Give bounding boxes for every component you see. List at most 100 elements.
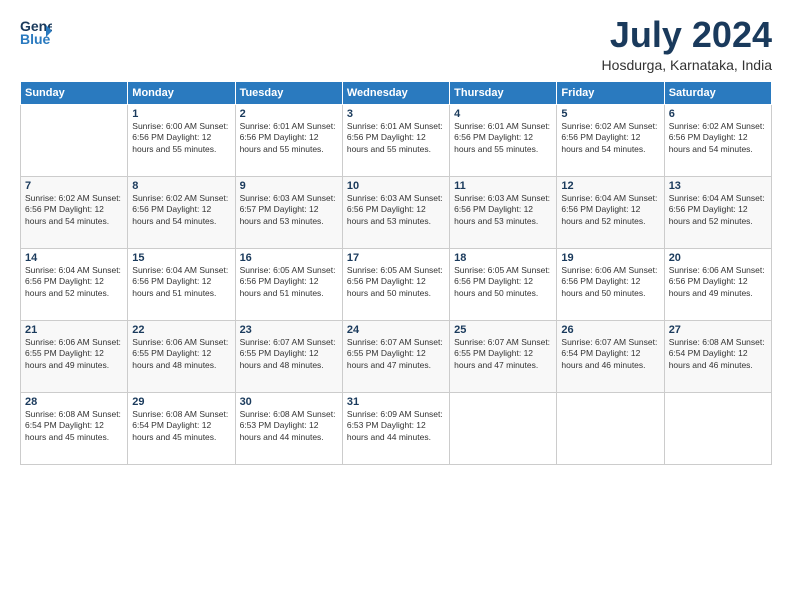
calendar-week-row: 7Sunrise: 6:02 AM Sunset: 6:56 PM Daylig…	[21, 176, 772, 248]
day-number: 23	[240, 324, 338, 336]
day-content: Sunrise: 6:03 AM Sunset: 6:57 PM Dayligh…	[240, 193, 338, 227]
day-number: 30	[240, 396, 338, 408]
day-number: 4	[454, 108, 552, 120]
day-content: Sunrise: 6:02 AM Sunset: 6:56 PM Dayligh…	[561, 121, 659, 155]
col-tuesday: Tuesday	[235, 81, 342, 104]
day-content: Sunrise: 6:05 AM Sunset: 6:56 PM Dayligh…	[240, 265, 338, 299]
day-content: Sunrise: 6:02 AM Sunset: 6:56 PM Dayligh…	[25, 193, 123, 227]
calendar-week-row: 28Sunrise: 6:08 AM Sunset: 6:54 PM Dayli…	[21, 392, 772, 464]
table-row: 13Sunrise: 6:04 AM Sunset: 6:56 PM Dayli…	[664, 176, 771, 248]
day-content: Sunrise: 6:06 AM Sunset: 6:56 PM Dayligh…	[669, 265, 767, 299]
day-number: 24	[347, 324, 445, 336]
day-number: 17	[347, 252, 445, 264]
calendar-week-row: 1Sunrise: 6:00 AM Sunset: 6:56 PM Daylig…	[21, 104, 772, 176]
table-row: 8Sunrise: 6:02 AM Sunset: 6:56 PM Daylig…	[128, 176, 235, 248]
day-number: 6	[669, 108, 767, 120]
day-number: 14	[25, 252, 123, 264]
day-number: 21	[25, 324, 123, 336]
day-number: 13	[669, 180, 767, 192]
table-row: 23Sunrise: 6:07 AM Sunset: 6:55 PM Dayli…	[235, 320, 342, 392]
day-number: 11	[454, 180, 552, 192]
table-row: 25Sunrise: 6:07 AM Sunset: 6:55 PM Dayli…	[450, 320, 557, 392]
day-content: Sunrise: 6:07 AM Sunset: 6:55 PM Dayligh…	[454, 337, 552, 371]
col-thursday: Thursday	[450, 81, 557, 104]
day-content: Sunrise: 6:08 AM Sunset: 6:54 PM Dayligh…	[669, 337, 767, 371]
table-row: 30Sunrise: 6:08 AM Sunset: 6:53 PM Dayli…	[235, 392, 342, 464]
logo: General Blue	[20, 15, 52, 47]
table-row: 11Sunrise: 6:03 AM Sunset: 6:56 PM Dayli…	[450, 176, 557, 248]
table-row: 26Sunrise: 6:07 AM Sunset: 6:54 PM Dayli…	[557, 320, 664, 392]
table-row: 29Sunrise: 6:08 AM Sunset: 6:54 PM Dayli…	[128, 392, 235, 464]
table-row: 19Sunrise: 6:06 AM Sunset: 6:56 PM Dayli…	[557, 248, 664, 320]
day-number: 7	[25, 180, 123, 192]
calendar-week-row: 21Sunrise: 6:06 AM Sunset: 6:55 PM Dayli…	[21, 320, 772, 392]
logo-icon: General Blue	[20, 15, 52, 47]
table-row: 16Sunrise: 6:05 AM Sunset: 6:56 PM Dayli…	[235, 248, 342, 320]
day-content: Sunrise: 6:05 AM Sunset: 6:56 PM Dayligh…	[454, 265, 552, 299]
day-number: 22	[132, 324, 230, 336]
day-content: Sunrise: 6:07 AM Sunset: 6:55 PM Dayligh…	[240, 337, 338, 371]
day-number: 12	[561, 180, 659, 192]
day-number: 8	[132, 180, 230, 192]
col-monday: Monday	[128, 81, 235, 104]
day-number: 31	[347, 396, 445, 408]
day-content: Sunrise: 6:02 AM Sunset: 6:56 PM Dayligh…	[132, 193, 230, 227]
table-row: 1Sunrise: 6:00 AM Sunset: 6:56 PM Daylig…	[128, 104, 235, 176]
day-number: 15	[132, 252, 230, 264]
table-row: 31Sunrise: 6:09 AM Sunset: 6:53 PM Dayli…	[342, 392, 449, 464]
table-row: 21Sunrise: 6:06 AM Sunset: 6:55 PM Dayli…	[21, 320, 128, 392]
day-content: Sunrise: 6:06 AM Sunset: 6:55 PM Dayligh…	[132, 337, 230, 371]
day-content: Sunrise: 6:02 AM Sunset: 6:56 PM Dayligh…	[669, 121, 767, 155]
day-content: Sunrise: 6:08 AM Sunset: 6:53 PM Dayligh…	[240, 409, 338, 443]
main-title: July 2024	[602, 15, 772, 55]
day-number: 27	[669, 324, 767, 336]
day-content: Sunrise: 6:06 AM Sunset: 6:55 PM Dayligh…	[25, 337, 123, 371]
page: General Blue July 2024 Hosdurga, Karnata…	[0, 0, 792, 612]
day-number: 19	[561, 252, 659, 264]
day-content: Sunrise: 6:04 AM Sunset: 6:56 PM Dayligh…	[669, 193, 767, 227]
day-number: 25	[454, 324, 552, 336]
table-row: 15Sunrise: 6:04 AM Sunset: 6:56 PM Dayli…	[128, 248, 235, 320]
table-row: 3Sunrise: 6:01 AM Sunset: 6:56 PM Daylig…	[342, 104, 449, 176]
day-number: 26	[561, 324, 659, 336]
day-number: 20	[669, 252, 767, 264]
subtitle: Hosdurga, Karnataka, India	[602, 57, 772, 73]
day-number: 3	[347, 108, 445, 120]
day-content: Sunrise: 6:01 AM Sunset: 6:56 PM Dayligh…	[240, 121, 338, 155]
table-row	[21, 104, 128, 176]
day-content: Sunrise: 6:08 AM Sunset: 6:54 PM Dayligh…	[25, 409, 123, 443]
day-content: Sunrise: 6:04 AM Sunset: 6:56 PM Dayligh…	[132, 265, 230, 299]
day-number: 16	[240, 252, 338, 264]
table-row: 6Sunrise: 6:02 AM Sunset: 6:56 PM Daylig…	[664, 104, 771, 176]
day-number: 1	[132, 108, 230, 120]
col-saturday: Saturday	[664, 81, 771, 104]
calendar-table: Sunday Monday Tuesday Wednesday Thursday…	[20, 81, 772, 465]
table-row: 24Sunrise: 6:07 AM Sunset: 6:55 PM Dayli…	[342, 320, 449, 392]
day-content: Sunrise: 6:04 AM Sunset: 6:56 PM Dayligh…	[561, 193, 659, 227]
day-number: 5	[561, 108, 659, 120]
day-content: Sunrise: 6:01 AM Sunset: 6:56 PM Dayligh…	[347, 121, 445, 155]
day-content: Sunrise: 6:06 AM Sunset: 6:56 PM Dayligh…	[561, 265, 659, 299]
table-row: 10Sunrise: 6:03 AM Sunset: 6:56 PM Dayli…	[342, 176, 449, 248]
table-row: 28Sunrise: 6:08 AM Sunset: 6:54 PM Dayli…	[21, 392, 128, 464]
day-content: Sunrise: 6:09 AM Sunset: 6:53 PM Dayligh…	[347, 409, 445, 443]
table-row	[664, 392, 771, 464]
day-number: 9	[240, 180, 338, 192]
table-row: 20Sunrise: 6:06 AM Sunset: 6:56 PM Dayli…	[664, 248, 771, 320]
col-wednesday: Wednesday	[342, 81, 449, 104]
day-content: Sunrise: 6:07 AM Sunset: 6:55 PM Dayligh…	[347, 337, 445, 371]
day-content: Sunrise: 6:01 AM Sunset: 6:56 PM Dayligh…	[454, 121, 552, 155]
table-row: 12Sunrise: 6:04 AM Sunset: 6:56 PM Dayli…	[557, 176, 664, 248]
table-row	[557, 392, 664, 464]
col-sunday: Sunday	[21, 81, 128, 104]
table-row: 2Sunrise: 6:01 AM Sunset: 6:56 PM Daylig…	[235, 104, 342, 176]
table-row: 7Sunrise: 6:02 AM Sunset: 6:56 PM Daylig…	[21, 176, 128, 248]
svg-text:Blue: Blue	[20, 31, 51, 47]
day-content: Sunrise: 6:05 AM Sunset: 6:56 PM Dayligh…	[347, 265, 445, 299]
calendar-week-row: 14 Sunrise: 6:04 AM Sunset: 6:56 PM Dayli…	[21, 248, 772, 320]
table-row: 9Sunrise: 6:03 AM Sunset: 6:57 PM Daylig…	[235, 176, 342, 248]
day-number: 18	[454, 252, 552, 264]
day-number: 2	[240, 108, 338, 120]
day-content: Sunrise: 6:08 AM Sunset: 6:54 PM Dayligh…	[132, 409, 230, 443]
col-friday: Friday	[557, 81, 664, 104]
